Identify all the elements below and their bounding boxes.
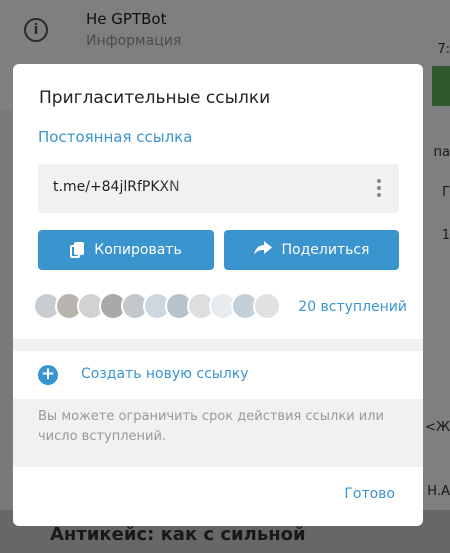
hint-text: Вы можете ограничить срок действия ссылк… xyxy=(38,409,384,444)
done-button[interactable]: Готово xyxy=(344,486,395,502)
joins-count-link[interactable]: 20 вступлений xyxy=(298,299,407,315)
hint-section: Вы можете ограничить срок действия ссылк… xyxy=(13,399,423,467)
permanent-link-label: Постоянная ссылка xyxy=(38,128,193,146)
copy-button[interactable]: Копировать xyxy=(38,230,214,270)
create-new-link-label: Создать новую ссылку xyxy=(81,366,249,382)
avatar xyxy=(253,292,281,320)
create-new-link-button[interactable]: + Создать новую ссылку xyxy=(13,351,423,399)
more-vertical-icon[interactable] xyxy=(376,179,382,199)
invite-links-dialog: Пригласительные ссылки Постоянная ссылка… xyxy=(13,64,423,526)
member-avatars[interactable] xyxy=(33,292,283,322)
link-fade xyxy=(158,164,238,213)
plus-circle-icon: + xyxy=(38,365,58,385)
share-arrow-icon xyxy=(253,241,272,259)
invite-link-field[interactable]: t.me/+84jlRfPKXN xyxy=(38,164,399,213)
section-divider xyxy=(13,339,423,351)
copy-icon xyxy=(70,242,85,258)
dialog-title: Пригласительные ссылки xyxy=(39,88,271,108)
copy-button-label: Копировать xyxy=(94,242,182,258)
share-button[interactable]: Поделиться xyxy=(224,230,399,270)
share-button-label: Поделиться xyxy=(281,242,370,258)
